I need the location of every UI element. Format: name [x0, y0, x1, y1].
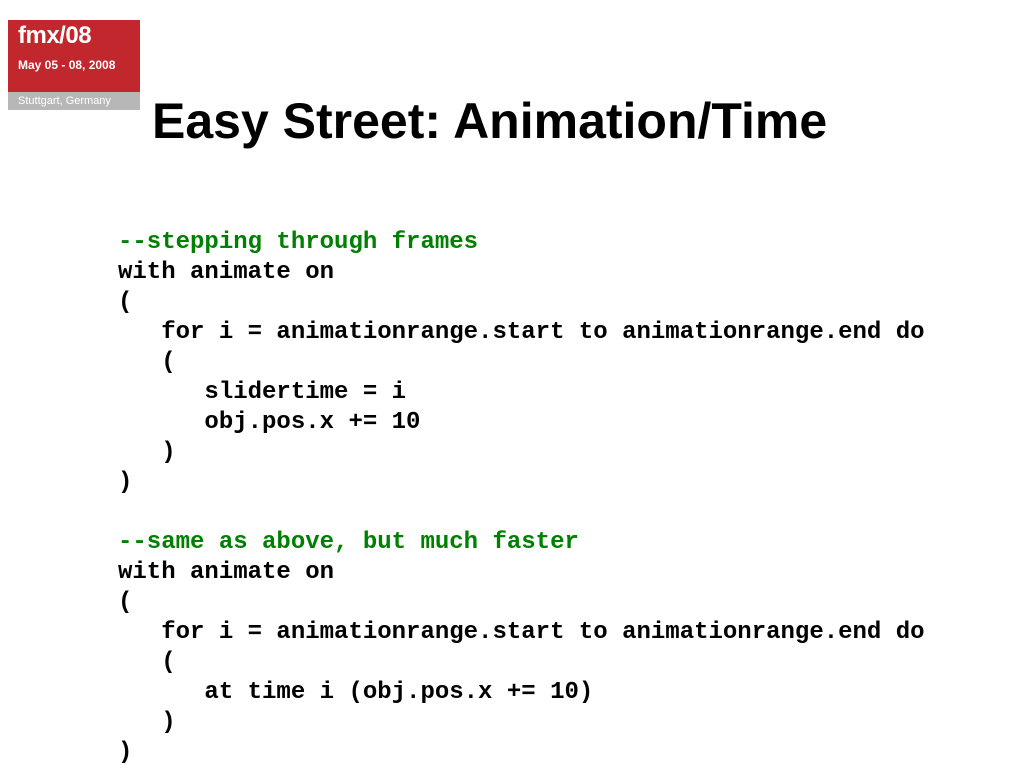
- code-line: ): [118, 739, 132, 766]
- logo-dates: May 05 - 08, 2008: [18, 58, 130, 72]
- code-line: (: [118, 649, 176, 676]
- code-comment-1: --stepping through frames: [118, 229, 478, 256]
- code-line: (: [118, 349, 176, 376]
- code-line: for i = animationrange.start to animatio…: [118, 319, 925, 346]
- code-line: slidertime = i: [118, 379, 406, 406]
- code-line: with animate on: [118, 259, 334, 286]
- code-line: ): [118, 469, 132, 496]
- code-line: with animate on: [118, 559, 334, 586]
- logo-location: Stuttgart, Germany: [8, 92, 140, 110]
- logo-red-block: fmx/08 May 05 - 08, 2008: [8, 20, 140, 92]
- code-line: (: [118, 289, 132, 316]
- code-line: for i = animationrange.start to animatio…: [118, 619, 925, 646]
- code-line: ): [118, 439, 176, 466]
- event-logo: fmx/08 May 05 - 08, 2008 Stuttgart, Germ…: [8, 20, 140, 110]
- code-line: (: [118, 589, 132, 616]
- code-line: obj.pos.x += 10: [118, 409, 420, 436]
- code-line: at time i (obj.pos.x += 10): [118, 679, 593, 706]
- logo-title: fmx/08: [18, 24, 130, 48]
- code-block: --stepping through frames with animate o…: [118, 228, 925, 768]
- code-comment-2: --same as above, but much faster: [118, 529, 579, 556]
- code-line: ): [118, 709, 176, 736]
- slide-title: Easy Street: Animation/Time: [152, 92, 827, 150]
